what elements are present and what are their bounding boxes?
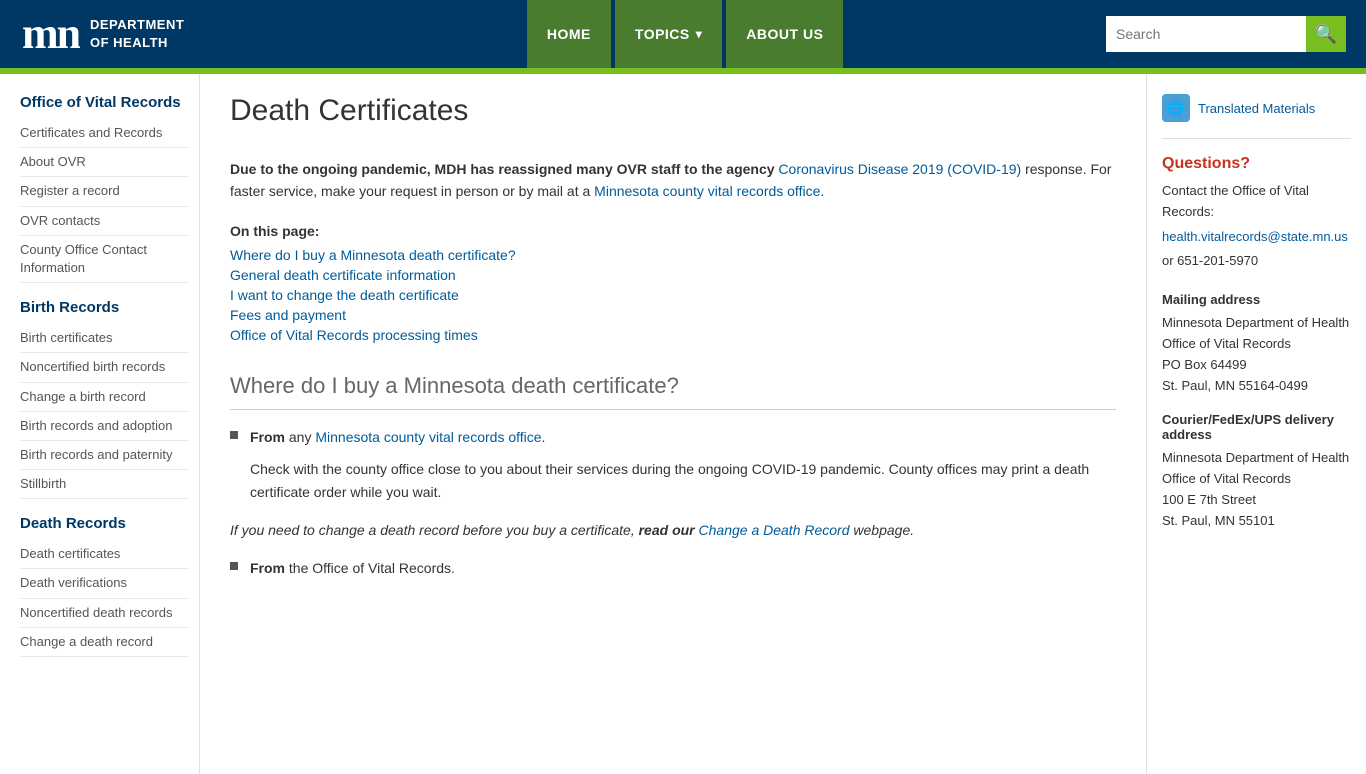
toc-link-processing[interactable]: Office of Vital Records processing times (230, 327, 478, 343)
bullet1-period: . (542, 429, 546, 445)
sidebar-link-register-record[interactable]: Register a record (20, 177, 189, 206)
county-vital-link1[interactable]: Minnesota county vital records office (594, 183, 820, 199)
section-heading-buy: Where do I buy a Minnesota death certifi… (230, 373, 1116, 410)
sidebar-link-noncertified-death[interactable]: Noncertified death records (20, 599, 189, 628)
italic-text1: If you need to change a death record bef… (230, 522, 639, 538)
mailing-line-3: St. Paul, MN 55164-0499 (1162, 376, 1351, 397)
courier-address-box: Courier/FedEx/UPS delivery address Minne… (1162, 412, 1351, 531)
sidebar-link-birth-paternity[interactable]: Birth records and paternity (20, 441, 189, 470)
sidebar-link-change-birth[interactable]: Change a birth record (20, 383, 189, 412)
sidebar-link-noncertified-birth[interactable]: Noncertified birth records (20, 353, 189, 382)
sidebar-link-ovr-contacts[interactable]: OVR contacts (20, 207, 189, 236)
sidebar-link-stillbirth[interactable]: Stillbirth (20, 470, 189, 499)
covid-link[interactable]: Coronavirus Disease 2019 (COVID-19) (778, 161, 1021, 177)
translate-icon: 🌐 (1162, 94, 1190, 122)
right-sidebar: 🌐 Translated Materials Questions? Contac… (1146, 74, 1366, 774)
bullet-icon-2 (230, 562, 238, 570)
sidebar-section-death-records: Death Records (20, 515, 189, 532)
department-name: DEPARTMENT OF HEALTH (90, 16, 184, 52)
sidebar-link-change-death[interactable]: Change a death record (20, 628, 189, 657)
page-layout: Office of Vital Records Certificates and… (0, 74, 1366, 774)
email-link[interactable]: health.vitalrecords@state.mn.us (1162, 229, 1348, 244)
toc-item: Where do I buy a Minnesota death certifi… (230, 247, 1116, 263)
toc-item: General death certificate information (230, 267, 1116, 283)
sidebar-link-county-office[interactable]: County Office Contact Information (20, 236, 189, 283)
italic-text2: webpage. (850, 522, 915, 538)
toc-item: Fees and payment (230, 307, 1116, 323)
italic-bold: read our (639, 522, 695, 538)
left-sidebar: Office of Vital Records Certificates and… (0, 74, 200, 774)
bullet-content-2: From the Office of Vital Records. (250, 557, 1116, 579)
about-us-nav-button[interactable]: ABOUT US (726, 0, 843, 68)
alert-box: Due to the ongoing pandemic, MDH has rea… (230, 158, 1116, 203)
mailing-line-2: PO Box 64499 (1162, 355, 1351, 376)
sidebar-section-birth-records: Birth Records (20, 299, 189, 316)
questions-title: Questions? (1162, 155, 1351, 173)
svg-text:mn: mn (22, 9, 80, 56)
mailing-title: Mailing address (1162, 292, 1351, 307)
site-header: mn DEPARTMENT OF HEALTH HOME TOPICS ABOU… (0, 0, 1366, 68)
sidebar-link-certificates-records[interactable]: Certificates and Records (20, 119, 189, 148)
main-content: Death Certificates Due to the ongoing pa… (200, 74, 1146, 774)
page-title: Death Certificates (230, 94, 1116, 138)
courier-title: Courier/FedEx/UPS delivery address (1162, 412, 1351, 442)
bullet-item-2: From the Office of Vital Records. (230, 557, 1116, 579)
alert-text3: . (820, 183, 824, 199)
bullet-icon (230, 431, 238, 439)
sidebar-link-birth-adoption[interactable]: Birth records and adoption (20, 412, 189, 441)
translated-materials-box: 🌐 Translated Materials (1162, 94, 1351, 139)
topics-nav-button[interactable]: TOPICS (615, 0, 722, 68)
search-area: 🔍 (1106, 16, 1346, 52)
table-of-contents: Where do I buy a Minnesota death certifi… (230, 247, 1116, 343)
sidebar-section-vital-records: Office of Vital Records (20, 94, 189, 111)
bullet2-from-label: From (250, 560, 285, 576)
search-icon: 🔍 (1315, 24, 1337, 45)
sidebar-link-death-certs[interactable]: Death certificates (20, 540, 189, 569)
courier-line-3: St. Paul, MN 55101 (1162, 511, 1351, 532)
bullet1-from-label: From (250, 429, 285, 445)
logo-area: mn DEPARTMENT OF HEALTH (20, 6, 184, 62)
toc-link-fees[interactable]: Fees and payment (230, 307, 346, 323)
toc-item: Office of Vital Records processing times (230, 327, 1116, 343)
courier-line-2: 100 E 7th Street (1162, 490, 1351, 511)
toc-link-general[interactable]: General death certificate information (230, 267, 456, 283)
sidebar-link-death-verifications[interactable]: Death verifications (20, 569, 189, 598)
search-button[interactable]: 🔍 (1306, 16, 1346, 52)
county-vital-link2[interactable]: Minnesota county vital records office (315, 429, 541, 445)
italic-note: If you need to change a death record bef… (230, 519, 1116, 541)
main-nav: HOME TOPICS ABOUT US (264, 0, 1106, 68)
search-input[interactable] (1106, 16, 1306, 52)
courier-line-0: Minnesota Department of Health (1162, 448, 1351, 469)
logo-icon: mn (20, 6, 80, 62)
bullet2-text: the Office of Vital Records. (285, 560, 455, 576)
sidebar-link-about-ovr[interactable]: About OVR (20, 148, 189, 177)
bullet1-sub-text: Check with the county office close to yo… (250, 458, 1116, 503)
sidebar-link-birth-certs[interactable]: Birth certificates (20, 324, 189, 353)
mailing-line-1: Office of Vital Records (1162, 334, 1351, 355)
toc-link-buy[interactable]: Where do I buy a Minnesota death certifi… (230, 247, 516, 263)
change-record-link[interactable]: Change a Death Record (699, 522, 850, 538)
on-this-page-label: On this page: Where do I buy a Minnesota… (230, 223, 1116, 343)
translated-materials-link[interactable]: Translated Materials (1198, 101, 1315, 116)
toc-link-change[interactable]: I want to change the death certificate (230, 287, 459, 303)
alert-text-bold1: Due to the ongoing pandemic, MDH has rea… (230, 161, 778, 177)
mailing-address-box: Mailing address Minnesota Department of … (1162, 292, 1351, 396)
mailing-line-0: Minnesota Department of Health (1162, 313, 1351, 334)
questions-box: Questions? Contact the Office of Vital R… (1162, 155, 1351, 272)
home-nav-button[interactable]: HOME (527, 0, 611, 68)
phone-number: or 651-201-5970 (1162, 251, 1351, 272)
bullet-item-1: From any Minnesota county vital records … (230, 426, 1116, 503)
toc-item: I want to change the death certificate (230, 287, 1116, 303)
courier-line-1: Office of Vital Records (1162, 469, 1351, 490)
questions-text1: Contact the Office of Vital Records: (1162, 181, 1351, 223)
bullet-content-1: From any Minnesota county vital records … (250, 426, 1116, 503)
